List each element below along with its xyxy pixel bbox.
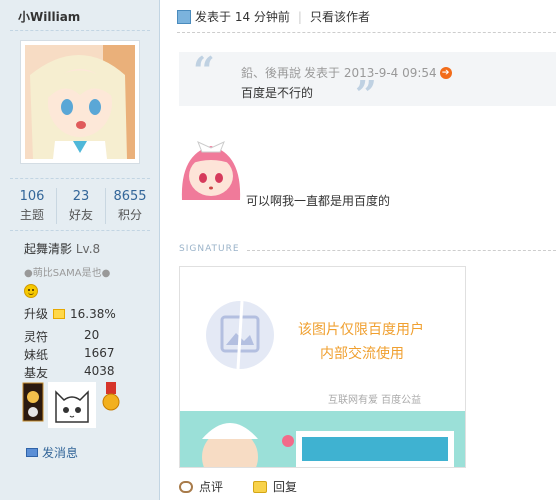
field-row: 基友 4038 — [24, 364, 115, 381]
stat-friends[interactable]: 23 好友 — [57, 188, 106, 224]
quote-author: 鉛、後再說 — [241, 66, 302, 80]
field-row: 妹纸 1667 — [24, 346, 115, 363]
divider — [10, 30, 150, 31]
upgrade-progress: 升级 16.38% — [24, 305, 116, 322]
username[interactable]: 小William — [18, 8, 80, 25]
signature-label: SIGNATURE — [179, 244, 240, 254]
upgrade-label: 升级 — [24, 307, 49, 321]
divider: | — [297, 9, 302, 24]
badge-medal-icon[interactable] — [100, 382, 122, 412]
broken-image-icon — [206, 300, 274, 370]
signature-banner — [180, 411, 465, 467]
user-motto: ●萌比SAMA是也● — [24, 268, 111, 279]
user-sidebar: 小William 106 主题 23 好友 8655 积分 起舞清影 Lv.8 … — [0, 0, 160, 500]
post-actions: 点评 回复 — [179, 478, 297, 495]
quote-block: “ ” 鉛、後再說 发表于 2013-9-4 09:54 ➔ 百度是不行的 — [179, 48, 556, 114]
divider — [10, 178, 150, 179]
post-content: 发表于 14 分钟前 | 只看该作者 “ ” 鉛、後再說 发表于 2013-9-… — [161, 0, 556, 500]
stat-points[interactable]: 8655 积分 — [106, 188, 154, 224]
only-author-link[interactable]: 只看该作者 — [310, 8, 370, 25]
open-quote-icon: “ — [193, 48, 215, 93]
signature-text: 互联网有爱 百度公益 — [328, 395, 422, 406]
divider — [247, 250, 556, 251]
envelope-icon — [26, 448, 38, 457]
field-value: 4038 — [84, 364, 115, 378]
comment-button[interactable]: 点评 — [199, 478, 223, 495]
quote-jump-icon[interactable]: ➔ — [439, 66, 452, 79]
send-message-link[interactable]: 发消息 — [26, 444, 78, 461]
stat-value[interactable]: 23 — [57, 188, 105, 206]
reply-icon — [253, 480, 268, 493]
banner-art — [180, 411, 465, 467]
quote-meta: 鉛、後再說 发表于 2013-9-4 09:54 ➔ — [241, 64, 452, 81]
field-key: 灵符 — [24, 330, 49, 344]
stat-value[interactable]: 8655 — [106, 188, 154, 206]
reply-button[interactable]: 回复 — [273, 478, 297, 495]
close-quote-icon: ” — [355, 72, 377, 117]
post-body-text: 可以啊我一直都是用百度的 — [246, 194, 391, 208]
upgrade-value: 16.38% — [70, 306, 116, 321]
field-value: 1667 — [84, 346, 115, 360]
stat-label: 好友 — [68, 208, 93, 222]
field-row: 灵符 20 — [24, 328, 99, 345]
post-time: 发表于 14 分钟前 — [195, 10, 290, 24]
rank-level: Lv.8 — [75, 242, 101, 256]
cat-medal-icon[interactable] — [48, 382, 96, 428]
field-value: 20 — [84, 328, 100, 342]
divider — [10, 230, 150, 231]
user-rank: 起舞清影 Lv.8 — [24, 240, 100, 257]
sticker-image — [178, 134, 244, 204]
rank-name[interactable]: 起舞清影 — [24, 242, 72, 256]
comment-icon — [179, 480, 193, 493]
quote-time: 发表于 2013-9-4 09:54 — [304, 66, 437, 80]
avatar[interactable] — [20, 40, 140, 164]
user-stats: 106 主题 23 好友 8655 积分 — [8, 188, 154, 224]
medal-icon[interactable] — [22, 382, 44, 422]
signature-image: 该图片仅限百度用户 内部交流使用 互联网有爱 百度公益 — [179, 266, 466, 468]
clock-icon — [177, 9, 191, 24]
signature-text: 内部交流使用 — [320, 346, 404, 362]
field-key: 妹纸 — [24, 348, 49, 362]
signature-text: 该图片仅限百度用户 — [298, 322, 424, 338]
stat-label: 积分 — [117, 208, 142, 222]
medal-list — [22, 382, 122, 428]
avatar-image — [25, 45, 135, 159]
quote-text: 百度是不行的 — [241, 86, 314, 100]
field-key: 基友 — [24, 366, 49, 380]
stat-value[interactable]: 106 — [8, 188, 56, 206]
divider — [177, 32, 556, 33]
send-message-label: 发消息 — [42, 446, 79, 460]
stat-label: 主题 — [19, 208, 44, 222]
post-header: 发表于 14 分钟前 | 只看该作者 — [177, 8, 370, 25]
stat-threads[interactable]: 106 主题 — [8, 188, 57, 224]
progress-bar — [53, 308, 66, 319]
smiley-icon — [24, 284, 38, 298]
